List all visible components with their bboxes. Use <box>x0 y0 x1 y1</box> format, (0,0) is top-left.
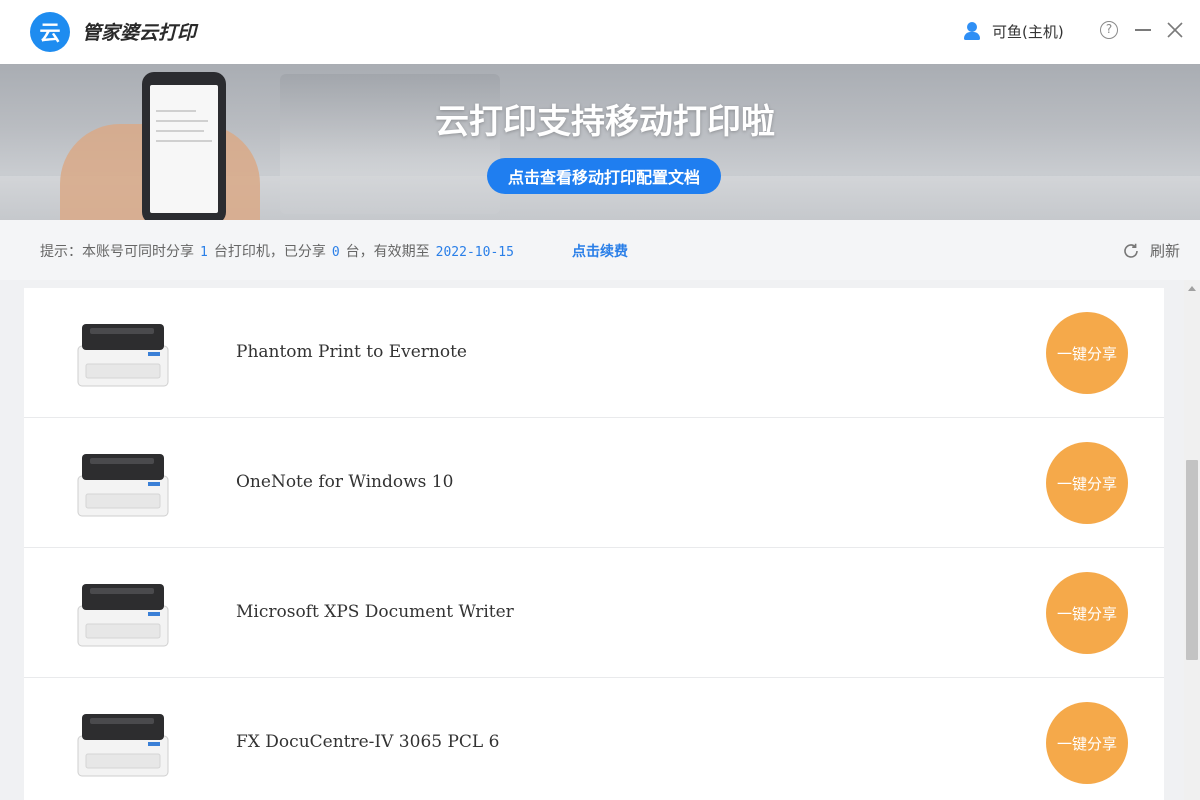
share-button[interactable]: 一键分享 <box>1046 702 1128 784</box>
close-icon <box>1167 22 1183 38</box>
printer-row: Microsoft XPS Document Writer 一键分享 <box>24 548 1164 678</box>
help-button[interactable]: ? <box>1097 18 1121 42</box>
help-icon: ? <box>1100 21 1118 39</box>
printer-icon <box>77 454 169 517</box>
scroll-thumb[interactable] <box>1186 460 1198 660</box>
info-bar: 提示：本账号可同时分享 1 台打印机，已分享 0 台，有效期至 2022-10-15 点击… <box>0 220 1200 280</box>
close-button[interactable] <box>1163 18 1187 42</box>
user-icon <box>962 20 982 42</box>
printer-icon <box>77 714 169 777</box>
refresh-icon <box>1124 243 1138 258</box>
promo-banner: 云打印支持移动打印啦 点击查看移动打印配置文档 <box>0 64 1200 220</box>
refresh-button[interactable]: 刷新 <box>1122 240 1180 261</box>
app-logo-char: 云 <box>39 21 61 45</box>
banner-title: 云打印支持移动打印啦 <box>435 102 775 142</box>
vertical-scrollbar[interactable] <box>1184 280 1200 800</box>
printer-list: Phantom Print to Evernote 一键分享 OneNote f… <box>24 288 1164 800</box>
printer-name: FX DocuCentre-IV 3065 PCL 6 <box>236 732 500 752</box>
app-title: 管家婆云打印 <box>82 22 197 44</box>
share-button[interactable]: 一键分享 <box>1046 572 1128 654</box>
printer-row: Phantom Print to Evernote 一键分享 <box>24 288 1164 418</box>
minimize-button[interactable] <box>1131 18 1155 42</box>
title-bar: 云 管家婆云打印 可鱼(主机) ? <box>0 0 1200 64</box>
printer-name: OneNote for Windows 10 <box>236 472 454 492</box>
share-button[interactable]: 一键分享 <box>1046 312 1128 394</box>
printer-row: FX DocuCentre-IV 3065 PCL 6 一键分享 <box>24 678 1164 800</box>
refresh-label: 刷新 <box>1150 242 1181 260</box>
user-account[interactable]: 可鱼(主机) <box>962 19 1064 43</box>
user-name: 可鱼(主机) <box>992 22 1064 41</box>
mobile-print-docs-button[interactable]: 点击查看移动打印配置文档 <box>487 158 721 194</box>
shared-count: 0 <box>331 245 340 260</box>
printer-row: OneNote for Windows 10 一键分享 <box>24 418 1164 548</box>
printer-name: Microsoft XPS Document Writer <box>236 602 514 622</box>
scroll-up-arrow-icon[interactable] <box>1188 286 1196 291</box>
app-logo-icon: 云 <box>30 12 70 52</box>
expiry-date: 2022-10-15 <box>435 245 514 260</box>
share-limit: 1 <box>200 245 208 260</box>
printer-icon <box>77 324 169 387</box>
printer-name: Phantom Print to Evernote <box>236 342 467 362</box>
printer-icon <box>77 584 169 647</box>
renew-link[interactable]: 点击续费 <box>572 241 628 261</box>
minimize-icon <box>1135 29 1151 31</box>
share-button[interactable]: 一键分享 <box>1046 442 1128 524</box>
account-hint: 提示：本账号可同时分享 1 台打印机，已分享 0 台，有效期至 2022-10-15 <box>40 241 520 261</box>
